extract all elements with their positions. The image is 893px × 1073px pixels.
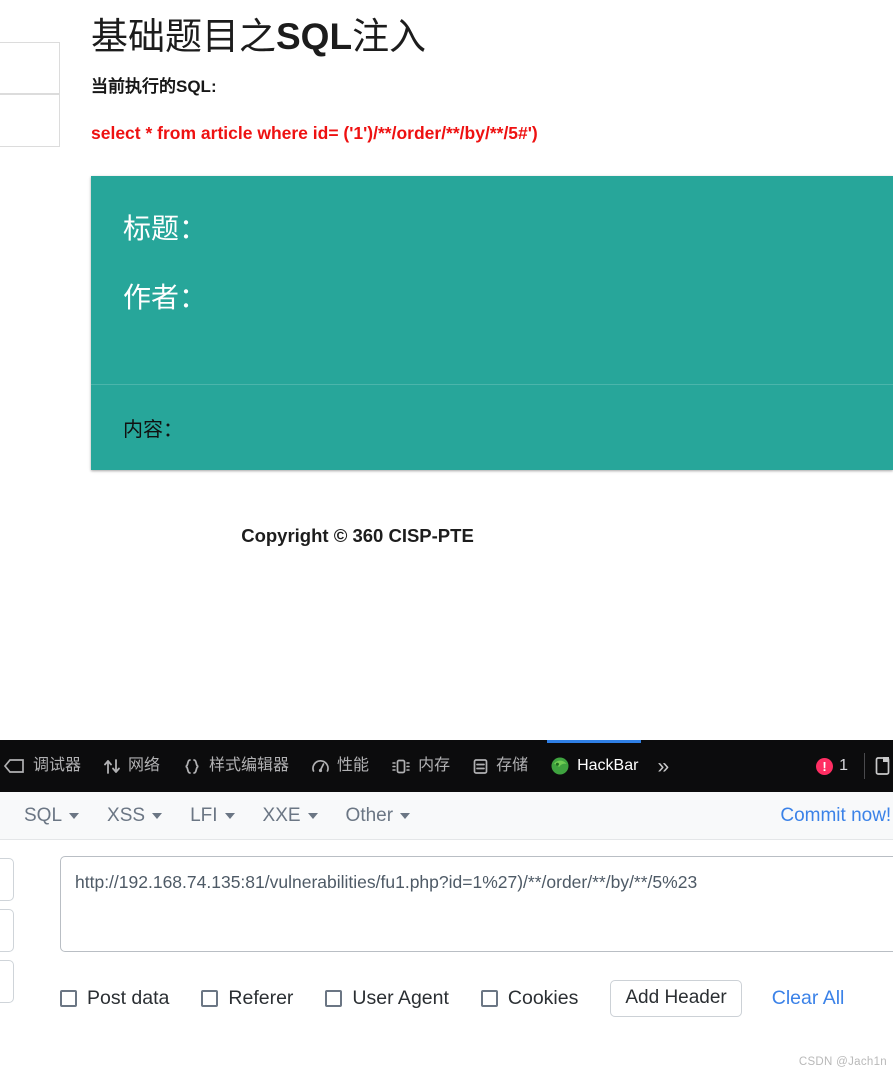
watermark: CSDN @Jach1n — [798, 1056, 887, 1068]
devtools-overflow-button[interactable]: » — [649, 756, 677, 777]
devtools-tab-performance-label: 性能 — [337, 757, 370, 774]
devtools-tab-debugger-label: 调试器 — [33, 757, 82, 774]
hackbar-side-button-1[interactable] — [0, 858, 14, 901]
checkbox-icon[interactable] — [325, 989, 343, 1007]
device-icon — [875, 757, 890, 775]
hackbar-url-wrapper — [60, 856, 893, 957]
left-panel-stub-bottom — [0, 94, 60, 147]
hackbar-option-post-data-label: Post data — [87, 986, 170, 1009]
hackbar-side-buttons — [0, 858, 14, 1003]
hackbar-option-user-agent[interactable]: User Agent — [325, 986, 449, 1010]
devtools-tab-storage-label: 存储 — [496, 757, 529, 774]
devtools-tab-storage[interactable]: 存储 — [461, 740, 539, 792]
hackbar-menu-other[interactable]: Other — [332, 805, 425, 827]
article-card: 标题： 作者： 内容： — [91, 176, 893, 470]
devtools-tab-network-label: 网络 — [128, 757, 161, 774]
hackbar-menu-other-label: Other — [345, 804, 394, 826]
page-title-bold: SQL — [276, 16, 353, 57]
devtools-tab-memory[interactable]: 内存 — [380, 740, 461, 792]
hackbar-url-input[interactable] — [60, 856, 893, 952]
devtools-tab-performance[interactable]: 性能 — [300, 740, 380, 792]
chevron-down-icon — [152, 812, 163, 819]
hackbar-option-cookies-label: Cookies — [507, 986, 579, 1009]
hackbar-option-cookies[interactable]: Cookies — [480, 986, 579, 1010]
devtools-tab-memory-label: 内存 — [418, 757, 451, 774]
hackbar-option-referer-label: Referer — [228, 986, 294, 1009]
checkbox-icon[interactable] — [201, 989, 219, 1007]
article-title-label: 标题： — [123, 213, 208, 244]
article-author-label: 作者： — [123, 281, 208, 313]
article-card-body: 标题： 作者： — [91, 176, 893, 384]
devtools-tab-hackbar[interactable]: HackBar — [539, 740, 649, 792]
hackbar-menu-xss-label: XSS — [107, 804, 146, 826]
chevron-down-icon — [400, 812, 411, 819]
toolbar-divider — [864, 753, 865, 779]
sql-statement: select * from article where id= ('1')/**… — [91, 122, 538, 143]
performance-icon — [311, 758, 330, 775]
devtools-panel: 调试器 网络 样式编辑器 性能 内存 存储 HackBar » ! 1 SQL … — [0, 740, 893, 1073]
devtools-error-counter[interactable]: ! 1 — [816, 757, 860, 775]
hackbar-side-button-2[interactable] — [0, 909, 14, 952]
clear-all-button[interactable]: Clear All — [772, 987, 845, 1010]
sql-label: 当前执行的SQL: — [91, 76, 217, 96]
page-content: 基础题目之SQL注入 当前执行的SQL: select * from artic… — [91, 0, 893, 144]
page-title: 基础题目之SQL注入 — [91, 0, 893, 62]
copyright-text: Copyright © 360 CISP-PTE — [241, 525, 474, 546]
devtools-tabbar: 调试器 网络 样式编辑器 性能 内存 存储 HackBar » ! 1 — [0, 740, 893, 792]
hackbar-option-user-agent-label: User Agent — [352, 986, 449, 1009]
page-title-prefix: 基础题目之 — [91, 16, 276, 57]
add-header-button[interactable]: Add Header — [610, 980, 742, 1017]
chevron-double-right-icon: » — [657, 754, 670, 778]
style-editor-icon — [182, 758, 202, 775]
hackbar-menu-sql-label: SQL — [24, 804, 63, 826]
hackbar-icon — [550, 756, 570, 776]
hackbar-option-referer[interactable]: Referer — [201, 987, 293, 1010]
hackbar-menu-xxe-label: XXE — [262, 804, 301, 826]
devtools-tab-style-editor[interactable]: 样式编辑器 — [171, 740, 300, 792]
hackbar-menu-lfi[interactable]: LFI — [176, 805, 248, 827]
hackbar-menu-lfi-label: LFI — [190, 804, 218, 826]
hackbar-menu-xss[interactable]: XSS — [93, 805, 176, 827]
devtools-tab-debugger[interactable]: 调试器 — [0, 740, 92, 792]
hackbar-menu-xxe[interactable]: XXE — [249, 805, 332, 827]
error-icon: ! — [816, 757, 834, 775]
devtools-tab-network[interactable]: 网络 — [92, 740, 171, 792]
storage-icon — [472, 758, 489, 775]
checkbox-icon[interactable] — [60, 989, 77, 1007]
browser-content: 基础题目之SQL注入 当前执行的SQL: select * from artic… — [0, 0, 893, 740]
devtools-tab-style-editor-label: 样式编辑器 — [209, 757, 290, 774]
left-panel-stub-top — [0, 42, 60, 94]
hackbar-option-post-data[interactable]: Post data — [60, 987, 169, 1010]
chevron-down-icon — [224, 812, 235, 819]
page-title-suffix: 注入 — [352, 16, 427, 57]
memory-icon — [391, 758, 411, 775]
article-content-label: 内容： — [123, 419, 183, 441]
hackbar-menubar: SQL XSS LFI XXE Other Commit now! Hac — [0, 792, 893, 840]
hackbar-menu-sql[interactable]: SQL — [10, 805, 93, 827]
chevron-down-icon — [69, 812, 80, 819]
error-count-label: 1 — [839, 757, 848, 774]
hackbar-side-button-3[interactable] — [0, 960, 14, 1003]
checkbox-icon[interactable] — [480, 989, 498, 1007]
hackbar-menu-clipped[interactable] — [0, 813, 10, 819]
responsive-design-mode-button[interactable] — [869, 756, 893, 776]
devtools-tab-hackbar-label: HackBar — [577, 757, 639, 774]
network-icon — [103, 758, 121, 775]
debugger-icon — [4, 758, 26, 774]
hackbar-options-row: Post data Referer User Agent Cookies Add… — [60, 980, 844, 1017]
hackbar-commit-area: Commit now! Hac — [780, 805, 893, 827]
hackbar-commit-link[interactable]: Commit now! — [780, 805, 891, 827]
chevron-down-icon — [307, 812, 318, 819]
hackbar-body: Post data Referer User Agent Cookies Add… — [0, 840, 893, 1073]
